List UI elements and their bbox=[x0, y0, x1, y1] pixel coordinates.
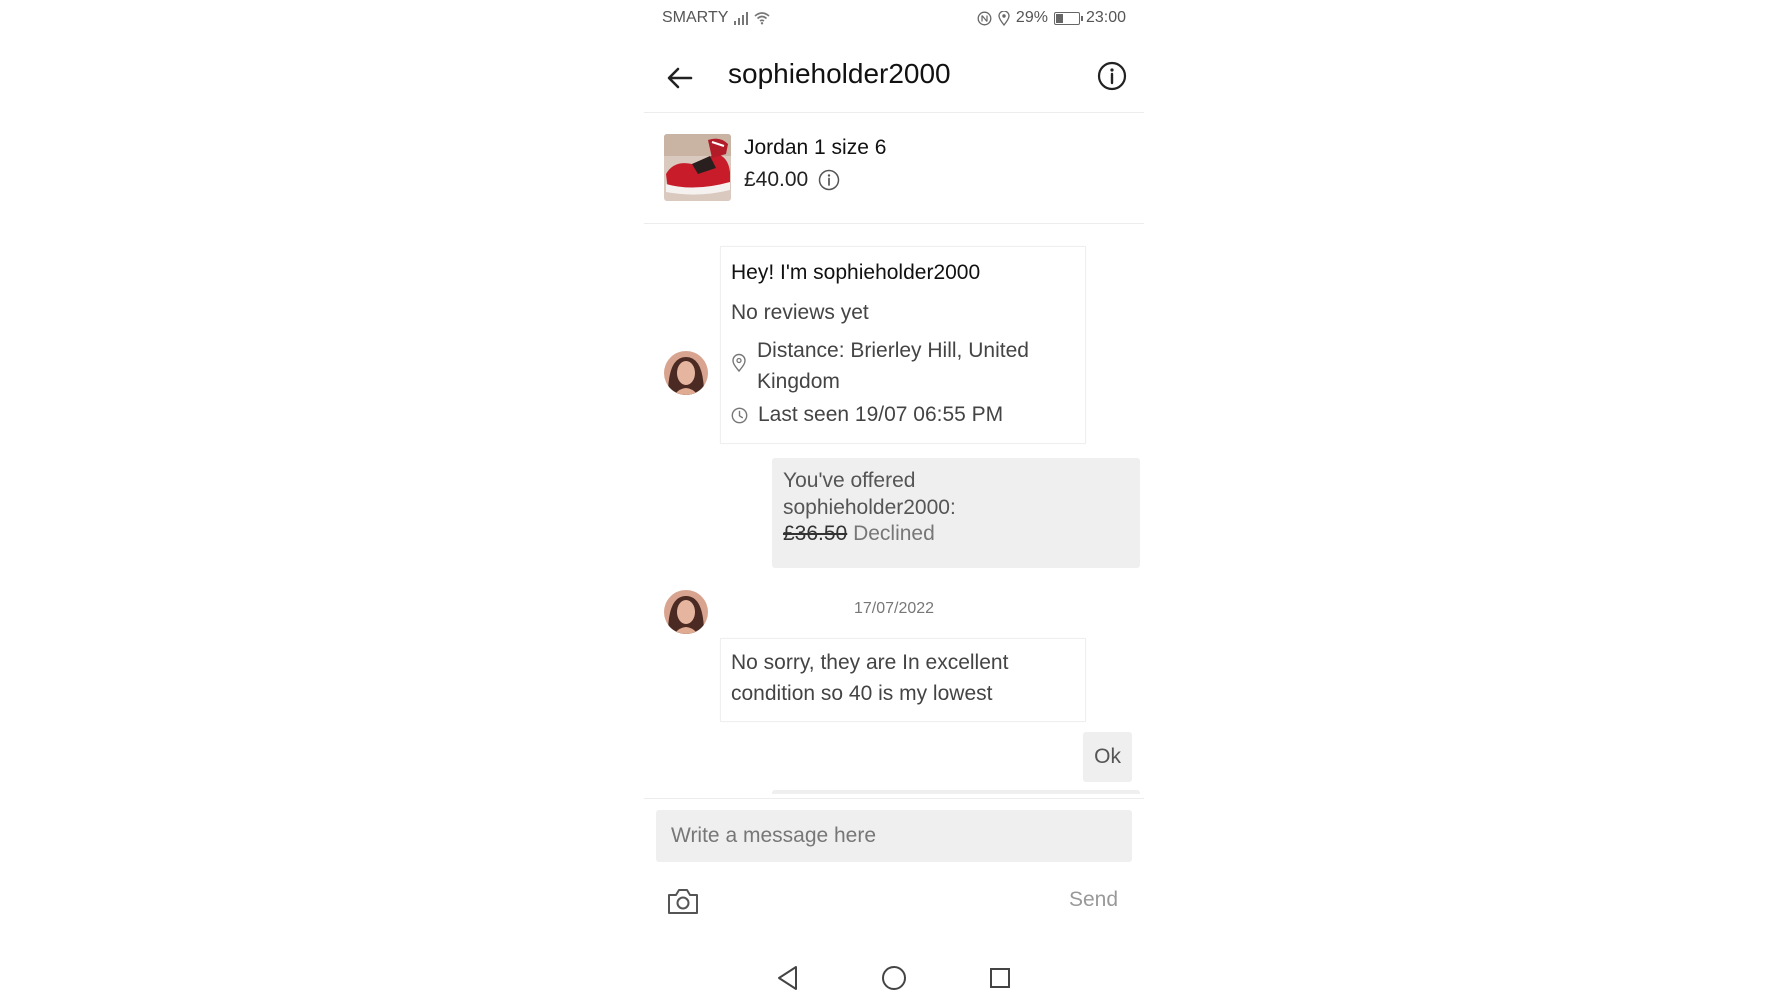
profile-reviews: No reviews yet bbox=[731, 301, 869, 324]
item-thumbnail[interactable] bbox=[664, 134, 731, 201]
status-right: 29% 23:00 bbox=[977, 9, 1126, 27]
nav-home-button[interactable] bbox=[879, 963, 909, 993]
item-summary[interactable]: Jordan 1 size 6 £40.00 bbox=[644, 113, 1144, 224]
user-avatar-image bbox=[664, 590, 708, 634]
offer-line-1: You've offered bbox=[783, 469, 916, 492]
info-button[interactable] bbox=[1092, 56, 1132, 96]
offer-status: Declined bbox=[853, 522, 935, 545]
nav-recents-icon bbox=[990, 968, 1010, 988]
nav-recents-button[interactable] bbox=[985, 963, 1015, 993]
profile-distance-row: Distance: Brierley Hill, United Kingdom bbox=[731, 335, 1071, 397]
date-separator: 17/07/2022 bbox=[853, 600, 935, 617]
incoming-message[interactable]: No sorry, they are In excellent conditio… bbox=[720, 638, 1086, 722]
message-text: Ok bbox=[1094, 745, 1121, 768]
chat-header: sophieholder2000 bbox=[644, 44, 1144, 113]
system-navbar bbox=[644, 960, 1144, 996]
screen: SMARTY 29% 23:00 sophieholder2000 Jordan… bbox=[0, 0, 1778, 1000]
back-arrow-icon bbox=[667, 67, 693, 89]
message-input[interactable] bbox=[656, 810, 1132, 862]
nfc-icon bbox=[977, 11, 992, 25]
clock: 23:00 bbox=[1085, 9, 1126, 26]
camera-button[interactable] bbox=[666, 886, 702, 918]
nav-back-button[interactable] bbox=[773, 963, 803, 993]
send-button[interactable]: Send bbox=[1069, 888, 1118, 912]
page-title: sophieholder2000 bbox=[728, 58, 951, 89]
seller-profile-card[interactable]: Hey! I'm sophieholder2000 No reviews yet… bbox=[720, 246, 1086, 444]
avatar[interactable] bbox=[664, 351, 708, 395]
status-left: SMARTY bbox=[662, 9, 770, 27]
phone-screen: SMARTY 29% 23:00 sophieholder2000 Jordan… bbox=[644, 0, 1144, 1000]
battery-percent: 29% bbox=[1015, 9, 1048, 26]
profile-greeting: Hey! I'm sophieholder2000 bbox=[731, 261, 981, 284]
profile-last-seen-row: Last seen 19/07 06:55 PM bbox=[731, 403, 1003, 427]
item-title: Jordan 1 size 6 bbox=[744, 136, 887, 159]
nav-home-icon bbox=[882, 966, 906, 990]
partial-message bbox=[772, 790, 1140, 794]
info-icon bbox=[1097, 61, 1127, 91]
price-info-icon[interactable] bbox=[818, 169, 840, 191]
location-icon bbox=[998, 10, 1010, 26]
wifi-icon bbox=[754, 12, 770, 25]
status-bar: SMARTY 29% 23:00 bbox=[662, 6, 1126, 30]
battery-icon bbox=[1053, 11, 1083, 25]
camera-icon bbox=[668, 889, 698, 914]
location-pin-icon bbox=[732, 353, 746, 373]
outgoing-message[interactable]: Ok bbox=[1083, 732, 1132, 782]
offer-amount: £36.50 bbox=[783, 522, 848, 545]
avatar[interactable] bbox=[664, 590, 708, 634]
divider bbox=[644, 798, 1144, 799]
item-price-row: £40.00 bbox=[744, 168, 840, 192]
message-text: No sorry, they are In excellent conditio… bbox=[731, 651, 1009, 705]
profile-last-seen: Last seen 19/07 06:55 PM bbox=[758, 403, 1004, 426]
carrier-label: SMARTY bbox=[662, 9, 729, 26]
item-price: £40.00 bbox=[744, 168, 809, 191]
nav-back-icon bbox=[778, 966, 797, 990]
offer-amount-row: £36.50 Declined bbox=[783, 519, 935, 549]
profile-distance: Distance: Brierley Hill, United Kingdom bbox=[757, 339, 1029, 393]
sneaker-thumbnail bbox=[664, 134, 731, 201]
clock-icon bbox=[731, 407, 748, 423]
message-list[interactable]: Hey! I'm sophieholder2000 No reviews yet… bbox=[644, 224, 1144, 794]
user-avatar-image bbox=[664, 351, 708, 395]
back-button[interactable] bbox=[660, 58, 700, 98]
offer-message[interactable]: You've offered sophieholder2000: £36.50 … bbox=[772, 458, 1140, 568]
signal-icon bbox=[734, 11, 749, 25]
